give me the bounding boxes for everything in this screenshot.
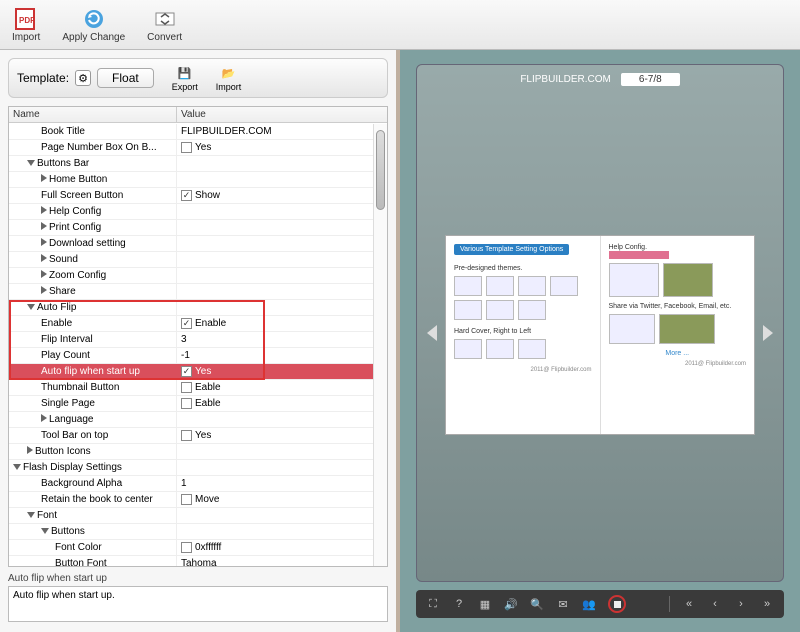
setting-row[interactable]: Enable✓Enable — [9, 316, 387, 332]
first-page-icon[interactable]: « — [682, 597, 696, 611]
right-page-heading: Help Config. — [609, 244, 747, 251]
setting-row[interactable]: Share — [9, 284, 387, 300]
help-icon[interactable]: ? — [452, 597, 466, 611]
convert-icon — [152, 6, 178, 32]
next-page-icon[interactable]: › — [734, 597, 748, 611]
right-page: Help Config. Share via Twitter, Facebook… — [601, 236, 755, 434]
export-button[interactable]: 💾 Export — [172, 64, 198, 92]
setting-row[interactable]: Retain the book to centerMove — [9, 492, 387, 508]
thumbnails-icon[interactable]: ▦ — [478, 597, 492, 611]
left-page-text2: Hard Cover, Right to Left — [454, 328, 592, 335]
setting-row[interactable]: Book TitleFLIPBUILDER.COM — [9, 124, 387, 140]
zoom-icon[interactable]: 🔍 — [530, 597, 544, 611]
stop-autoflip-button[interactable] — [608, 595, 626, 613]
setting-row[interactable]: Flash Display Settings — [9, 460, 387, 476]
apply-change-button[interactable]: Apply Change — [58, 2, 129, 47]
left-page: Various Template Setting Options Pre-des… — [446, 236, 601, 434]
import-template-button[interactable]: 📂 Import — [216, 64, 242, 92]
preview-toolbar: ⛶ ? ▦ 🔊 🔍 ✉ 👥 « ‹ › » — [416, 590, 784, 618]
convert-button[interactable]: Convert — [143, 2, 186, 47]
column-name[interactable]: Name — [9, 107, 177, 122]
setting-row[interactable]: Flip Interval3 — [9, 332, 387, 348]
left-page-heading: Various Template Setting Options — [454, 244, 569, 255]
pdf-icon: PDF — [13, 6, 39, 32]
scroll-thumb[interactable] — [376, 130, 385, 210]
setting-row[interactable]: Thumbnail ButtonEable — [9, 380, 387, 396]
sound-icon[interactable]: 🔊 — [504, 597, 518, 611]
setting-row[interactable]: Button FontTahoma — [9, 556, 387, 566]
setting-row[interactable]: Auto flip when start up✓Yes — [9, 364, 387, 380]
setting-row[interactable]: Buttons — [9, 524, 387, 540]
setting-row[interactable]: Language — [9, 412, 387, 428]
main-toolbar: PDF Import Apply Change Convert — [0, 0, 800, 50]
setting-row[interactable]: Tool Bar on topYes — [9, 428, 387, 444]
setting-row[interactable]: Play Count-1 — [9, 348, 387, 364]
more-link[interactable]: More ... — [609, 350, 747, 357]
svg-text:PDF: PDF — [19, 16, 35, 25]
setting-row[interactable]: Auto Flip — [9, 300, 387, 316]
setting-row[interactable]: Download setting — [9, 236, 387, 252]
setting-row[interactable]: Single PageEable — [9, 396, 387, 412]
template-bar: Template: ⚙ Float 💾 Export 📂 Import — [8, 58, 388, 98]
preview-frame: FLIPBUILDER.COM 6-7/8 Various Template S… — [416, 64, 784, 582]
share-icon[interactable]: 👥 — [582, 597, 596, 611]
setting-row[interactable]: Background Alpha1 — [9, 476, 387, 492]
setting-row[interactable]: Sound — [9, 252, 387, 268]
import-button[interactable]: PDF Import — [8, 2, 44, 47]
save-icon: 💾 — [175, 64, 195, 82]
description-title: Auto flip when start up — [8, 573, 388, 584]
left-page-text1: Pre-designed themes. — [454, 265, 592, 272]
settings-grid: Name Value Book TitleFLIPBUILDER.COMPage… — [8, 106, 388, 567]
description-text: Auto flip when start up. — [8, 586, 388, 622]
refresh-icon — [81, 6, 107, 32]
preview-title: FLIPBUILDER.COM — [520, 74, 611, 85]
email-icon[interactable]: ✉ — [556, 597, 570, 611]
setting-row[interactable]: Print Config — [9, 220, 387, 236]
setting-row[interactable]: Font — [9, 508, 387, 524]
left-panel: Template: ⚙ Float 💾 Export 📂 Import Name… — [0, 50, 400, 632]
prev-page-icon[interactable]: ‹ — [708, 597, 722, 611]
page-indicator[interactable]: 6-7/8 — [621, 73, 680, 86]
setting-row[interactable]: Full Screen Button✓Show — [9, 188, 387, 204]
setting-row[interactable]: Buttons Bar — [9, 156, 387, 172]
setting-row[interactable]: Button Icons — [9, 444, 387, 460]
template-label: Template: — [17, 71, 69, 85]
scrollbar[interactable] — [373, 124, 387, 566]
folder-icon: 📂 — [218, 64, 238, 82]
setting-row[interactable]: Zoom Config — [9, 268, 387, 284]
gear-icon[interactable]: ⚙ — [75, 70, 91, 86]
setting-row[interactable]: Font Color0xffffff — [9, 540, 387, 556]
book-preview[interactable]: Various Template Setting Options Pre-des… — [445, 235, 755, 435]
setting-row[interactable]: Page Number Box On B...Yes — [9, 140, 387, 156]
last-page-icon[interactable]: » — [760, 597, 774, 611]
setting-row[interactable]: Home Button — [9, 172, 387, 188]
prev-page-arrow[interactable] — [427, 325, 437, 341]
column-value[interactable]: Value — [177, 107, 387, 122]
next-page-arrow[interactable] — [763, 325, 773, 341]
preview-panel: FLIPBUILDER.COM 6-7/8 Various Template S… — [400, 50, 800, 632]
grid-body[interactable]: Book TitleFLIPBUILDER.COMPage Number Box… — [9, 124, 387, 566]
fullscreen-icon[interactable]: ⛶ — [426, 597, 440, 611]
template-select[interactable]: Float — [97, 68, 154, 88]
setting-row[interactable]: Help Config — [9, 204, 387, 220]
right-page-text1: Share via Twitter, Facebook, Email, etc. — [609, 303, 747, 310]
